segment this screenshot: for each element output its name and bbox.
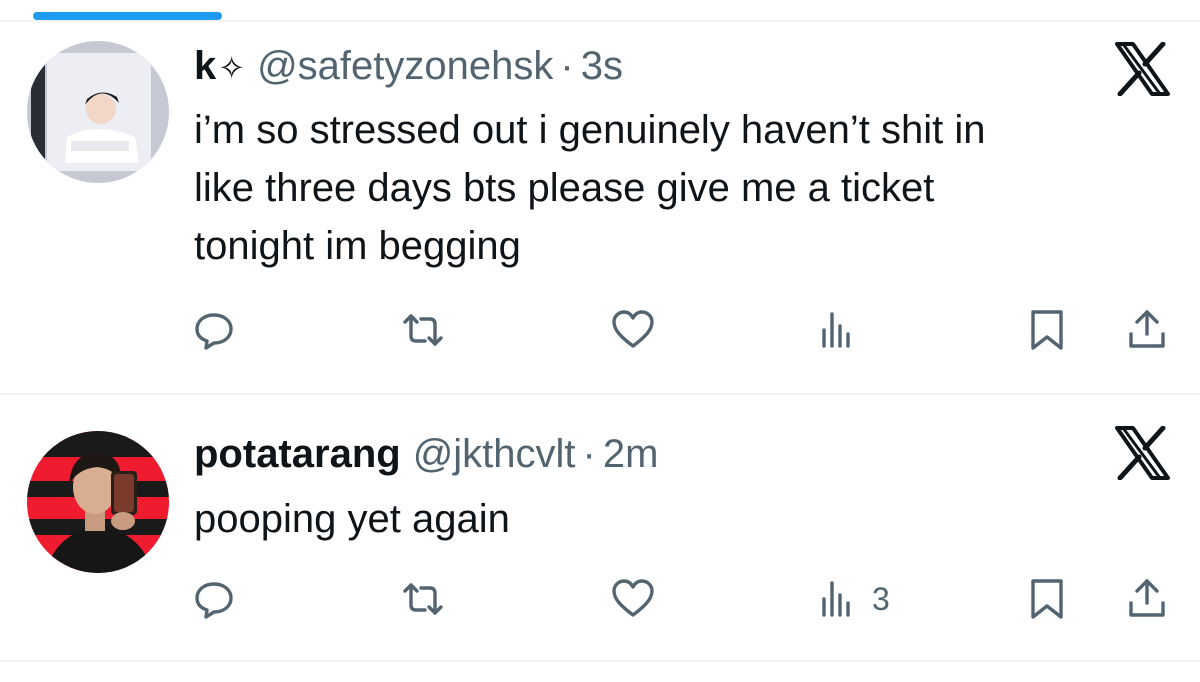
timestamp[interactable]: 3s: [581, 42, 623, 90]
views-button[interactable]: [818, 305, 872, 355]
retweet-icon: [403, 314, 443, 346]
views-button[interactable]: 3: [818, 574, 890, 624]
x-logo-icon: [1113, 42, 1171, 96]
retweet-button[interactable]: [401, 305, 445, 355]
bookmark-icon: [1031, 579, 1063, 619]
divider: [0, 660, 1200, 662]
bookmark-button[interactable]: [1025, 305, 1069, 355]
bookmark-button[interactable]: [1025, 574, 1069, 624]
reply-button[interactable]: [192, 574, 236, 624]
tweet[interactable]: potatarang @jkthcvlt · 2m pooping yet ag…: [0, 394, 1200, 662]
timestamp[interactable]: 2m: [603, 430, 659, 478]
x-logo-icon: [1113, 426, 1171, 480]
retweet-icon: [403, 583, 443, 615]
share-icon: [1129, 310, 1165, 348]
views-icon: [822, 312, 850, 348]
username[interactable]: @safetyzonehsk: [257, 42, 553, 90]
tweet-actions: [0, 305, 1200, 355]
like-button[interactable]: [611, 574, 655, 624]
share-button[interactable]: [1125, 574, 1169, 624]
separator-dot: ·: [560, 44, 574, 88]
heart-icon: [612, 310, 654, 348]
tweet-text: i’m so stressed out i genuinely haven’t …: [194, 108, 986, 268]
reply-icon: [195, 582, 233, 619]
tweet[interactable]: k ✧ @safetyzonehsk · 3s i’m so stressed …: [0, 0, 1200, 394]
share-button[interactable]: [1125, 305, 1169, 355]
avatar[interactable]: [27, 41, 169, 183]
heart-icon: [612, 579, 654, 617]
views-count: 3: [872, 580, 890, 617]
retweet-button[interactable]: [401, 574, 445, 624]
bookmark-icon: [1031, 310, 1063, 350]
tweet-actions: 3: [0, 574, 1200, 624]
like-button[interactable]: [611, 305, 655, 355]
views-icon: [822, 581, 850, 617]
tweet-header: potatarang @jkthcvlt · 2m: [194, 430, 658, 478]
share-icon: [1129, 579, 1165, 617]
reply-icon: [195, 313, 233, 350]
display-name[interactable]: potatarang: [194, 430, 401, 478]
reply-button[interactable]: [192, 305, 236, 355]
tweet-text: pooping yet again: [194, 497, 510, 541]
sparkle-icon: ✧: [218, 50, 246, 86]
avatar[interactable]: [27, 431, 169, 573]
separator-dot: ·: [582, 432, 596, 476]
username[interactable]: @jkthcvlt: [413, 430, 576, 478]
display-name[interactable]: k: [194, 42, 216, 90]
tweet-header: k ✧ @safetyzonehsk · 3s: [194, 42, 623, 92]
